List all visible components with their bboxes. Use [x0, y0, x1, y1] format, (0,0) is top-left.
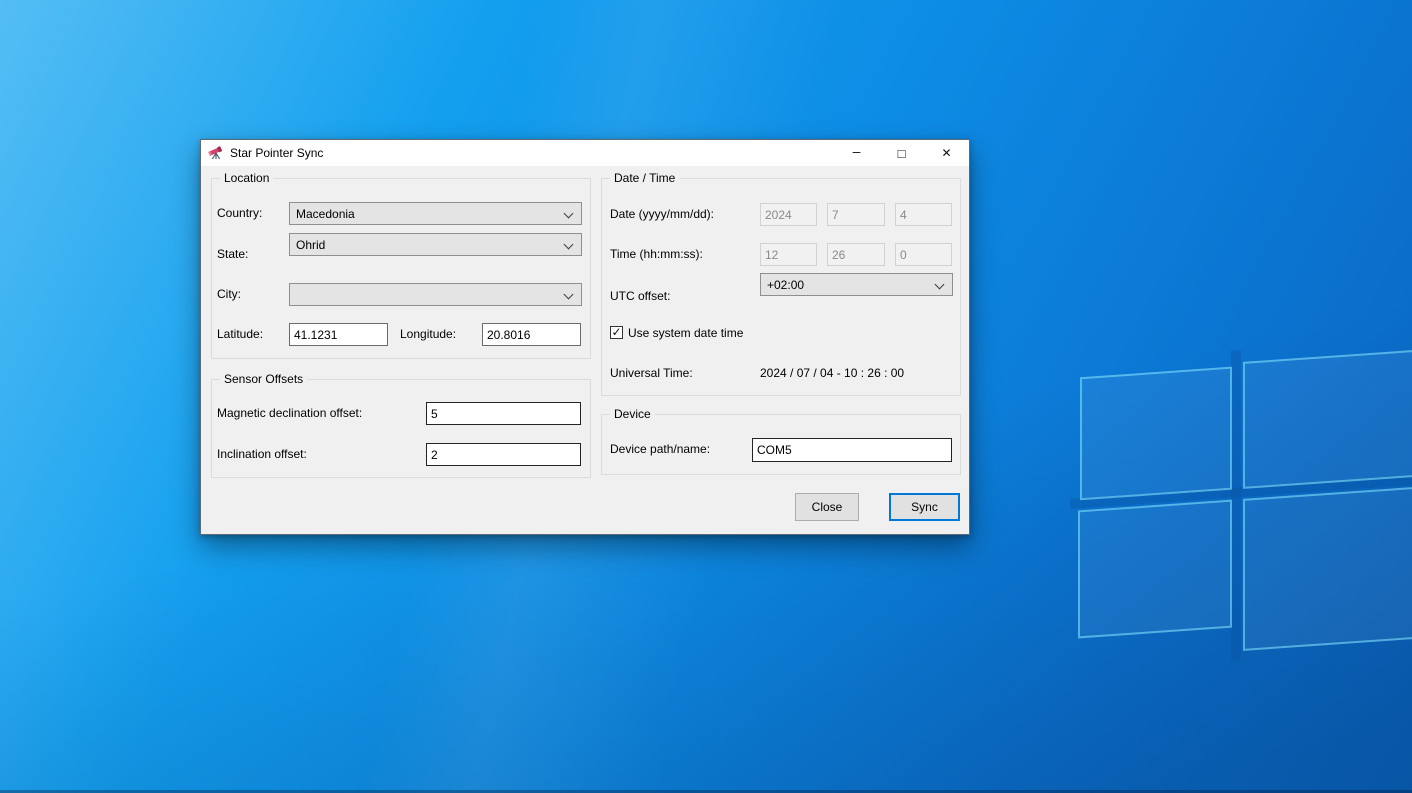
utc-offset-value: +02:00: [767, 278, 804, 292]
utc-offset-select[interactable]: +02:00: [760, 273, 953, 296]
latitude-input[interactable]: [289, 323, 388, 346]
windows-logo-divider-vertical: [1231, 350, 1241, 661]
desktop-wallpaper: Star Pointer Sync – □ ✕ Location Country…: [0, 0, 1412, 793]
telescope-icon: [208, 145, 224, 161]
close-button[interactable]: Close: [795, 493, 859, 521]
time-second-input: [895, 243, 952, 266]
windows-logo-pane: [1078, 500, 1232, 639]
window-title: Star Pointer Sync: [230, 146, 323, 160]
utc-offset-label: UTC offset:: [610, 289, 670, 303]
state-select[interactable]: Ohrid: [289, 233, 582, 256]
city-select[interactable]: [289, 283, 582, 306]
chevron-down-icon: [564, 240, 574, 250]
chevron-down-icon: [564, 209, 574, 219]
state-label: State:: [217, 247, 248, 261]
time-hour-input: [760, 243, 817, 266]
windows-logo-pane: [1080, 367, 1232, 501]
titlebar[interactable]: Star Pointer Sync – □ ✕: [201, 140, 969, 166]
latitude-label: Latitude:: [217, 327, 263, 341]
sensor-offsets-group: Sensor Offsets Magnetic declination offs…: [211, 379, 591, 478]
magnetic-declination-input[interactable]: [426, 402, 581, 425]
date-time-group-label: Date / Time: [610, 171, 679, 185]
date-day-input: [895, 203, 952, 226]
country-label: Country:: [217, 206, 262, 220]
country-select[interactable]: Macedonia: [289, 202, 582, 225]
windows-logo-pane: [1243, 349, 1412, 489]
time-minute-input: [827, 243, 885, 266]
state-value: Ohrid: [296, 238, 325, 252]
magnetic-declination-label: Magnetic declination offset:: [217, 406, 362, 420]
star-pointer-sync-window: Star Pointer Sync – □ ✕ Location Country…: [200, 139, 970, 535]
use-system-datetime-label: Use system date time: [628, 326, 743, 340]
inclination-input[interactable]: [426, 443, 581, 466]
universal-time-value: 2024 / 07 / 04 - 10 : 26 : 00: [760, 366, 904, 380]
windows-logo-pane: [1243, 486, 1412, 651]
inclination-label: Inclination offset:: [217, 447, 307, 461]
universal-time-label: Universal Time:: [610, 366, 693, 380]
longitude-input[interactable]: [482, 323, 581, 346]
use-system-datetime-checkbox[interactable]: ✓: [610, 326, 623, 339]
close-button-label: Close: [812, 500, 843, 514]
date-label: Date (yyyy/mm/dd):: [610, 207, 714, 221]
longitude-label: Longitude:: [400, 327, 456, 341]
sensor-offsets-group-label: Sensor Offsets: [220, 372, 307, 386]
chevron-down-icon: [564, 290, 574, 300]
windows-logo: [1070, 325, 1412, 702]
date-month-input: [827, 203, 885, 226]
minimize-button[interactable]: –: [834, 138, 879, 168]
location-group: Location Country: Macedonia State: Ohrid…: [211, 178, 591, 359]
device-path-input[interactable]: [752, 438, 952, 462]
sync-button-label: Sync: [911, 500, 938, 514]
maximize-button[interactable]: □: [879, 140, 924, 166]
chevron-down-icon: [935, 280, 945, 290]
device-path-label: Device path/name:: [610, 442, 710, 456]
country-value: Macedonia: [296, 207, 355, 221]
city-label: City:: [217, 287, 241, 301]
date-time-group: Date / Time Date (yyyy/mm/dd): Time (hh:…: [601, 178, 961, 396]
close-window-button[interactable]: ✕: [924, 140, 969, 166]
device-group-label: Device: [610, 407, 655, 421]
date-year-input: [760, 203, 817, 226]
location-group-label: Location: [220, 171, 273, 185]
time-label: Time (hh:mm:ss):: [610, 247, 703, 261]
sync-button[interactable]: Sync: [889, 493, 960, 521]
device-group: Device Device path/name:: [601, 414, 961, 475]
